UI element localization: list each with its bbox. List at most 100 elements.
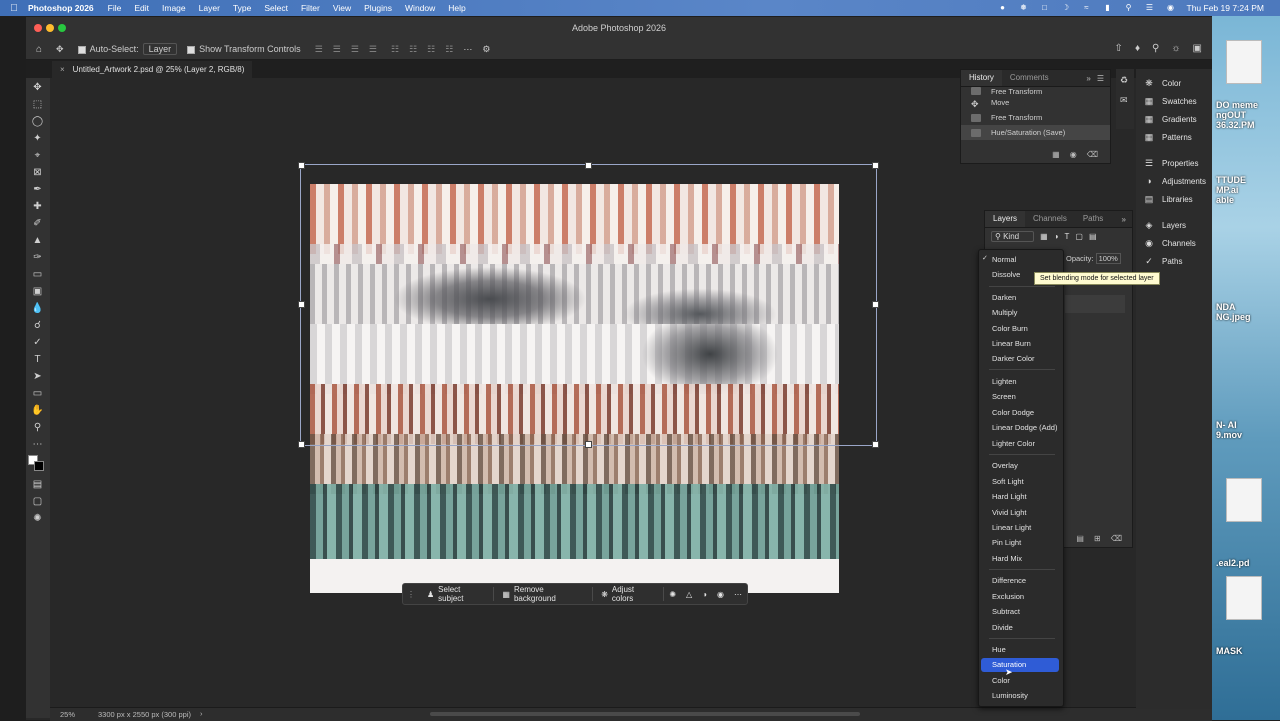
blend-mode-hue[interactable]: Hue xyxy=(981,643,1059,657)
transform-handle[interactable] xyxy=(298,162,305,169)
frame-tool-icon[interactable]: ⊠ xyxy=(31,166,44,179)
blend-mode-screen[interactable]: Screen xyxy=(981,390,1059,404)
menubar-clock[interactable]: Thu Feb 19 7:24 PM xyxy=(1187,3,1265,13)
dock-item-layers[interactable]: ◈Layers xyxy=(1144,218,1186,232)
blend-mode-exclusion[interactable]: Exclusion xyxy=(981,590,1059,604)
transform-bounding-box[interactable] xyxy=(300,164,877,446)
show-transform-controls-checkbox[interactable]: Show Transform Controls xyxy=(187,44,301,54)
align-right-icon[interactable]: ☰ xyxy=(351,44,359,55)
filter-smart-object-icon[interactable]: ▤ xyxy=(1089,232,1097,241)
notifications-bell-icon[interactable]: ♦ xyxy=(1135,43,1140,54)
menu-edit[interactable]: Edit xyxy=(134,3,149,13)
dock-item-patterns[interactable]: ▦Patterns xyxy=(1144,130,1192,144)
snapshot-camera-icon[interactable]: ◉ xyxy=(1070,150,1077,159)
blend-mode-difference[interactable]: Difference xyxy=(981,574,1059,588)
background-color-swatch[interactable] xyxy=(34,461,44,471)
blend-mode-luminosity[interactable]: Luminosity xyxy=(981,689,1059,703)
desktop-file-label[interactable]: NDA xyxy=(1216,302,1236,312)
desktop-file-label[interactable]: DO meme xyxy=(1216,100,1258,110)
menu-help[interactable]: Help xyxy=(448,3,465,13)
adjust-colors-button[interactable]: ❋Adjust colors xyxy=(593,586,663,602)
horizontal-scrollbar[interactable] xyxy=(430,712,860,716)
tab-paths[interactable]: Paths xyxy=(1075,211,1111,227)
transform-handle[interactable] xyxy=(872,162,879,169)
menu-file[interactable]: File xyxy=(108,3,122,13)
blur-tool-icon[interactable]: 💧 xyxy=(31,302,44,315)
blend-mode-darker-color[interactable]: Darker Color xyxy=(981,352,1059,366)
mask-icon[interactable]: ◉ xyxy=(712,586,729,602)
tab-comments[interactable]: Comments xyxy=(1002,70,1057,86)
blend-mode-lighter-color[interactable]: Lighter Color xyxy=(981,437,1059,451)
history-state[interactable]: Free Transform xyxy=(961,87,1110,95)
history-state[interactable]: ✥Move xyxy=(961,95,1110,110)
dodge-tool-icon[interactable]: ☌ xyxy=(31,319,44,332)
pen-tool-icon[interactable]: ✓ xyxy=(31,336,44,349)
gradient-tool-icon[interactable]: ▣ xyxy=(31,285,44,298)
transform-handle[interactable] xyxy=(585,441,592,448)
blend-mode-linear-burn[interactable]: Linear Burn xyxy=(981,337,1059,351)
blend-mode-saturation[interactable]: Saturation xyxy=(981,658,1059,672)
filter-adjustment-icon[interactable]: ◑ xyxy=(1054,232,1059,241)
panel-collapse-icon[interactable]: » xyxy=(1086,74,1096,83)
blend-mode-soft-light[interactable]: Soft Light xyxy=(981,475,1059,489)
blend-mode-normal[interactable]: Normal xyxy=(981,253,1059,267)
dock-item-gradients[interactable]: ▦Gradients xyxy=(1144,112,1197,126)
select-subject-button[interactable]: ♟Select subject xyxy=(419,586,493,602)
dock-item-color[interactable]: ❋Color xyxy=(1144,76,1181,90)
desktop-file-thumbnail[interactable] xyxy=(1226,478,1262,522)
dock-item-adjustments[interactable]: ◑Adjustments xyxy=(1144,174,1206,188)
new-document-from-state-icon[interactable]: ▦ xyxy=(1052,150,1060,159)
distribute-vertical-icon[interactable]: ☷ xyxy=(445,44,453,55)
move-tool-icon[interactable]: ✥ xyxy=(31,81,44,94)
menu-plugins[interactable]: Plugins xyxy=(364,3,392,13)
document-info[interactable]: 3300 px x 2550 px (300 ppi) xyxy=(98,710,191,719)
desktop-file-label[interactable]: 36.32.PM xyxy=(1216,120,1255,130)
eyedropper-tool-icon[interactable]: ✒ xyxy=(31,183,44,196)
object-selection-tool-icon[interactable]: ✦ xyxy=(31,132,44,145)
trash-icon[interactable]: ⌫ xyxy=(1111,534,1122,543)
path-selection-tool-icon[interactable]: ➤ xyxy=(31,370,44,383)
transform-handle[interactable] xyxy=(872,301,879,308)
blend-mode-color-burn[interactable]: Color Burn xyxy=(981,322,1059,336)
generative-icon[interactable]: ✺ xyxy=(31,512,44,525)
lasso-tool-icon[interactable]: ◯ xyxy=(31,115,44,128)
blend-mode-divide[interactable]: Divide xyxy=(981,621,1059,635)
record-icon[interactable]: ● xyxy=(998,3,1008,13)
desktop-file-label[interactable]: NG.jpeg xyxy=(1216,312,1251,322)
move-tool-icon[interactable]: ✥ xyxy=(56,44,64,55)
blend-mode-hard-mix[interactable]: Hard Mix xyxy=(981,552,1059,566)
battery-icon[interactable]: ▮ xyxy=(1103,3,1113,13)
menu-select[interactable]: Select xyxy=(264,3,288,13)
blend-mode-subtract[interactable]: Subtract xyxy=(981,605,1059,619)
dock-item-swatches[interactable]: ▦Swatches xyxy=(1144,94,1197,108)
adjustment-layer-icon[interactable]: ◑ xyxy=(697,586,712,602)
opacity-control[interactable]: Opacity: 100% xyxy=(1066,254,1121,263)
crop-tool-icon[interactable]: ⌖ xyxy=(31,149,44,162)
align-bottom-icon[interactable]: ☷ xyxy=(427,44,435,55)
spotlight-search-icon[interactable]: ⚲ xyxy=(1124,3,1134,13)
wifi-icon[interactable]: ≈ xyxy=(1082,3,1092,13)
blend-mode-vivid-light[interactable]: Vivid Light xyxy=(981,506,1059,520)
home-icon[interactable]: ⌂ xyxy=(36,44,42,55)
document-tab[interactable]: × Untitled_Artwork 2.psd @ 25% (Layer 2,… xyxy=(52,61,252,78)
filter-type-icon[interactable]: T xyxy=(1065,232,1070,241)
menu-filter[interactable]: Filter xyxy=(301,3,320,13)
gear-icon[interactable]: ⚙ xyxy=(482,44,490,55)
drag-handle-icon[interactable]: ⋮ xyxy=(403,590,419,599)
hand-tool-icon[interactable]: ✋ xyxy=(31,404,44,417)
blend-mode-linear-light[interactable]: Linear Light xyxy=(981,521,1059,535)
blend-mode-multiply[interactable]: Multiply xyxy=(981,306,1059,320)
align-center-icon[interactable]: ☰ xyxy=(333,44,341,55)
blend-mode-pin-light[interactable]: Pin Light xyxy=(981,536,1059,550)
transform-handle[interactable] xyxy=(298,301,305,308)
dock-item-properties[interactable]: ☰Properties xyxy=(1144,156,1198,170)
history-brush-tool-icon[interactable]: ✑ xyxy=(31,251,44,264)
panel-menu-icon[interactable]: ☰ xyxy=(1097,74,1110,83)
quick-mask-icon[interactable]: ▤ xyxy=(31,478,44,491)
menu-type[interactable]: Type xyxy=(233,3,251,13)
type-tool-icon[interactable]: T xyxy=(31,353,44,366)
align-middle-icon[interactable]: ☷ xyxy=(409,44,417,55)
desktop-file-label[interactable]: able xyxy=(1216,195,1234,205)
creative-cloud-icon[interactable]: ❅ xyxy=(1019,3,1029,13)
workspace-icon[interactable]: ▣ xyxy=(1193,43,1202,54)
